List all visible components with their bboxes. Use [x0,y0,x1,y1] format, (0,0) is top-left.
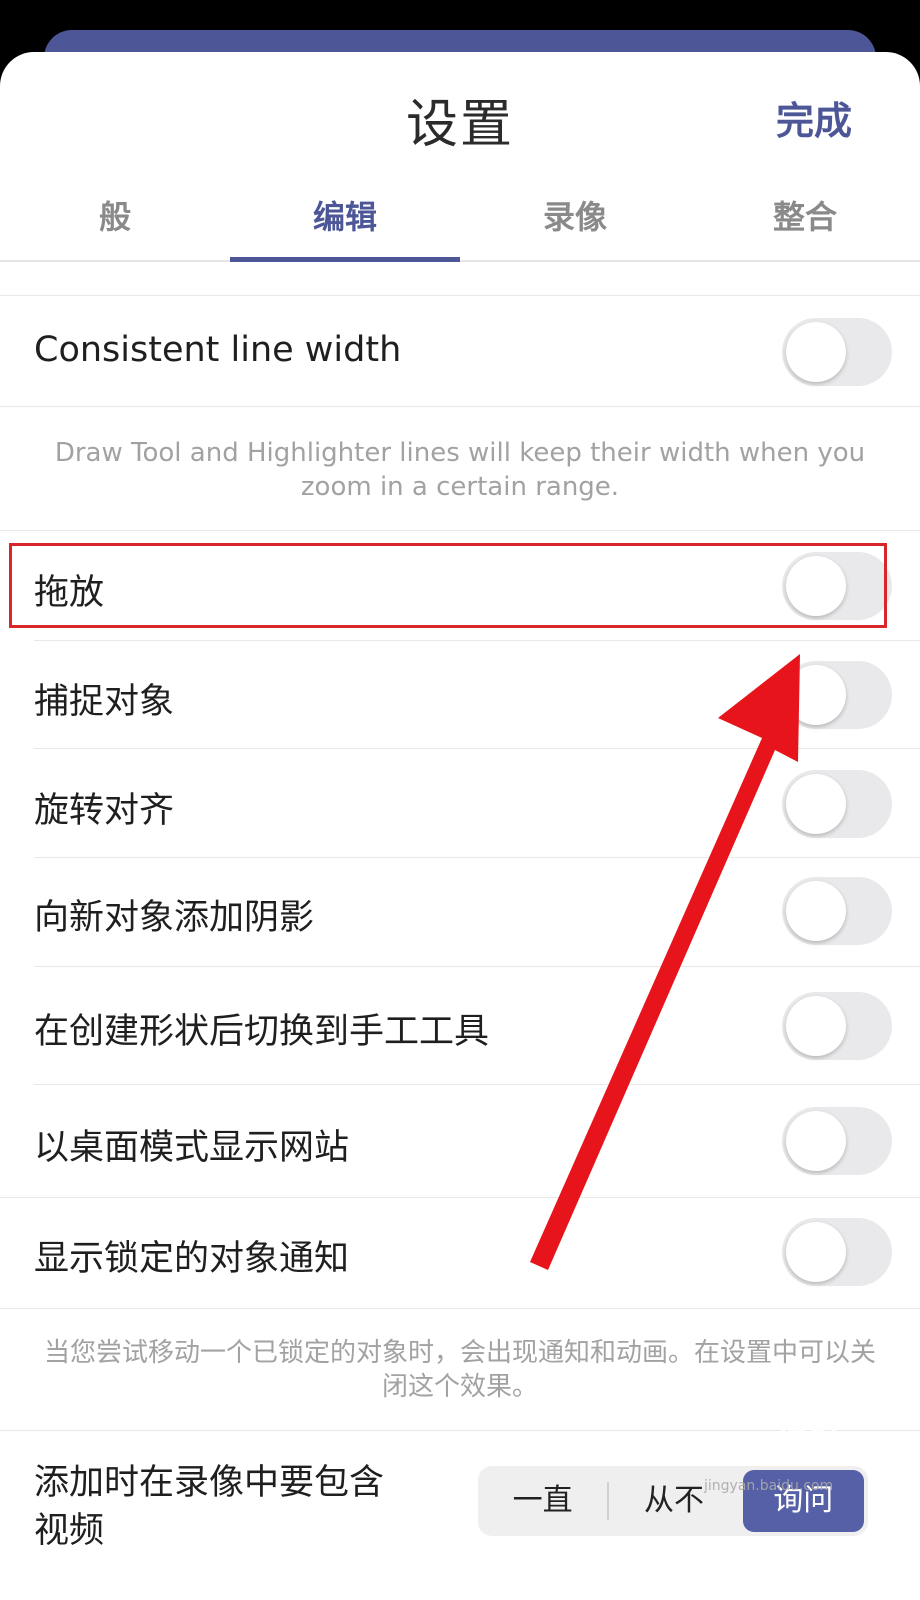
watermark-url: jingyan.baidu.com [704,1478,834,1494]
arrow-shape [530,654,800,1270]
annotation-arrow-icon [530,654,800,1270]
watermark-logo: Bai 经验 [690,1427,839,1468]
